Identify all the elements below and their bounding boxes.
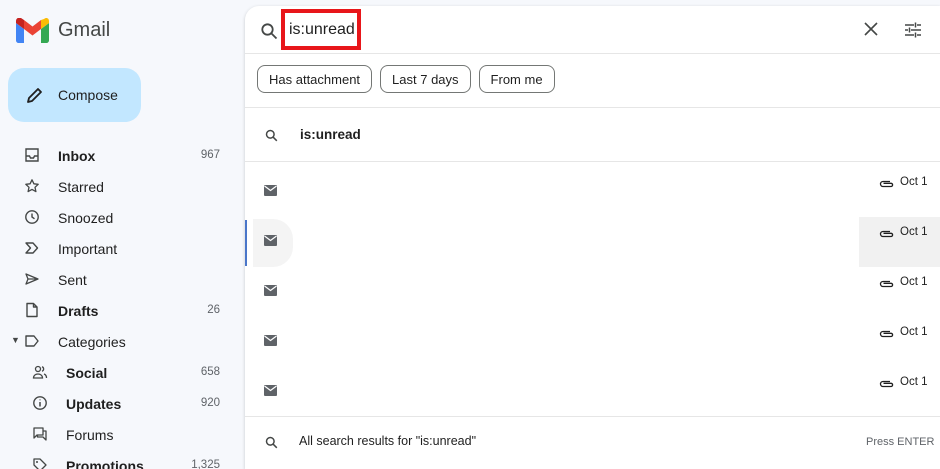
search-icon bbox=[265, 436, 278, 449]
sidebar-item-label: Snoozed bbox=[58, 210, 114, 226]
mail-icon bbox=[264, 235, 277, 246]
gmail-brand[interactable]: Gmail bbox=[16, 18, 110, 43]
sidebar-item-categories[interactable]: ▼ Categories bbox=[0, 326, 232, 357]
result-row[interactable]: Oct 1 bbox=[245, 267, 940, 317]
sidebar-item-count: 26 bbox=[207, 304, 220, 316]
all-results-row[interactable]: All search results for "is:unread" Press… bbox=[245, 416, 940, 466]
result-row[interactable]: Oct 1 bbox=[245, 167, 940, 217]
attachment-icon bbox=[879, 230, 894, 238]
pencil-icon bbox=[27, 88, 42, 103]
search-suggestion[interactable]: is:unread bbox=[245, 107, 940, 162]
important-icon bbox=[25, 242, 39, 254]
caret-down-icon[interactable]: ▼ bbox=[11, 335, 20, 345]
search-icon[interactable] bbox=[260, 22, 278, 40]
compose-button[interactable]: Compose bbox=[8, 68, 141, 122]
inbox-icon bbox=[25, 148, 39, 162]
sidebar-item-count: 1,325 bbox=[191, 459, 220, 469]
attachment-icon bbox=[879, 180, 894, 188]
result-row[interactable]: Oct 1 bbox=[245, 217, 940, 267]
chip-from-me[interactable]: From me bbox=[478, 65, 555, 93]
enter-hint: Press ENTER bbox=[866, 436, 935, 448]
people-icon bbox=[32, 365, 48, 379]
sidebar-item-count: 920 bbox=[200, 397, 220, 409]
sidebar-item-updates[interactable]: Updates 920 bbox=[0, 388, 232, 419]
sidebar-item-social[interactable]: Social 658 bbox=[0, 357, 232, 388]
compose-label: Compose bbox=[58, 87, 118, 103]
sidebar-item-count: 658 bbox=[200, 366, 220, 378]
file-icon bbox=[26, 302, 38, 318]
search-input[interactable]: is:unread bbox=[281, 9, 361, 50]
search-bar: is:unread bbox=[245, 6, 940, 54]
result-row[interactable]: Oct 1 bbox=[245, 367, 940, 417]
attachment-icon bbox=[879, 380, 894, 388]
all-results-label: All search results for "is:unread" bbox=[299, 434, 477, 448]
sidebar-item-label: Updates bbox=[66, 396, 122, 412]
mail-icon bbox=[264, 335, 277, 346]
forum-icon bbox=[33, 427, 47, 441]
sidebar-item-label: Forums bbox=[66, 427, 114, 443]
sidebar-item-starred[interactable]: Starred bbox=[0, 171, 232, 202]
attachment-icon bbox=[879, 330, 894, 338]
sidebar-item-label: Promotions bbox=[66, 458, 144, 469]
sidebar-item-label: Inbox bbox=[58, 148, 96, 164]
sidebar-item-label: Starred bbox=[58, 179, 104, 195]
result-date: Oct 1 bbox=[900, 376, 928, 388]
sidebar-item-drafts[interactable]: Drafts 26 bbox=[0, 295, 232, 326]
close-icon[interactable] bbox=[862, 20, 880, 38]
sidebar-item-label: Drafts bbox=[58, 303, 99, 319]
mail-icon bbox=[264, 285, 277, 296]
sidebar-item-forums[interactable]: Forums bbox=[0, 419, 232, 450]
info-icon bbox=[33, 396, 47, 410]
clock-icon bbox=[25, 210, 39, 224]
result-date: Oct 1 bbox=[900, 176, 928, 188]
row-hover-right bbox=[859, 217, 940, 267]
tune-icon[interactable] bbox=[903, 20, 923, 40]
mail-icon bbox=[264, 385, 277, 396]
chip-last-7-days[interactable]: Last 7 days bbox=[380, 65, 471, 93]
sidebar-item-promotions[interactable]: Promotions 1,325 bbox=[0, 450, 232, 469]
sidebar-item-sent[interactable]: Sent bbox=[0, 264, 232, 295]
result-date: Oct 1 bbox=[900, 226, 928, 238]
label-icon bbox=[25, 335, 39, 347]
chip-has-attachment[interactable]: Has attachment bbox=[257, 65, 373, 93]
app-name: Gmail bbox=[58, 19, 111, 41]
sidebar-item-label: Important bbox=[58, 241, 118, 257]
sidebar-item-label: Social bbox=[66, 365, 108, 381]
search-chips: Has attachment Last 7 days From me bbox=[257, 65, 555, 93]
sidebar-item-inbox[interactable]: Inbox 967 bbox=[0, 140, 232, 171]
tag-icon bbox=[33, 458, 47, 469]
result-list: Oct 1 Oct 1 Oct 1 Oct 1 Oct 1 bbox=[245, 167, 940, 417]
gmail-logo-icon bbox=[16, 18, 49, 43]
suggestion-text: is:unread bbox=[300, 127, 361, 142]
sidebar-nav: Inbox 967 Starred Snoozed Important Sent… bbox=[0, 140, 232, 469]
search-icon bbox=[265, 129, 278, 142]
mail-icon bbox=[264, 185, 277, 196]
result-row[interactable]: Oct 1 bbox=[245, 317, 940, 367]
search-dropdown-panel: is:unread Has attachment Last 7 days Fro… bbox=[245, 6, 940, 469]
star-icon bbox=[25, 179, 39, 193]
attachment-icon bbox=[879, 280, 894, 288]
sidebar-item-important[interactable]: Important bbox=[0, 233, 232, 264]
result-date: Oct 1 bbox=[900, 326, 928, 338]
sidebar-item-snoozed[interactable]: Snoozed bbox=[0, 202, 232, 233]
send-icon bbox=[25, 273, 39, 285]
sidebar-item-label: Sent bbox=[58, 272, 87, 288]
result-date: Oct 1 bbox=[900, 276, 928, 288]
sidebar-item-count: 967 bbox=[200, 149, 220, 161]
sidebar-item-label: Categories bbox=[58, 334, 126, 350]
